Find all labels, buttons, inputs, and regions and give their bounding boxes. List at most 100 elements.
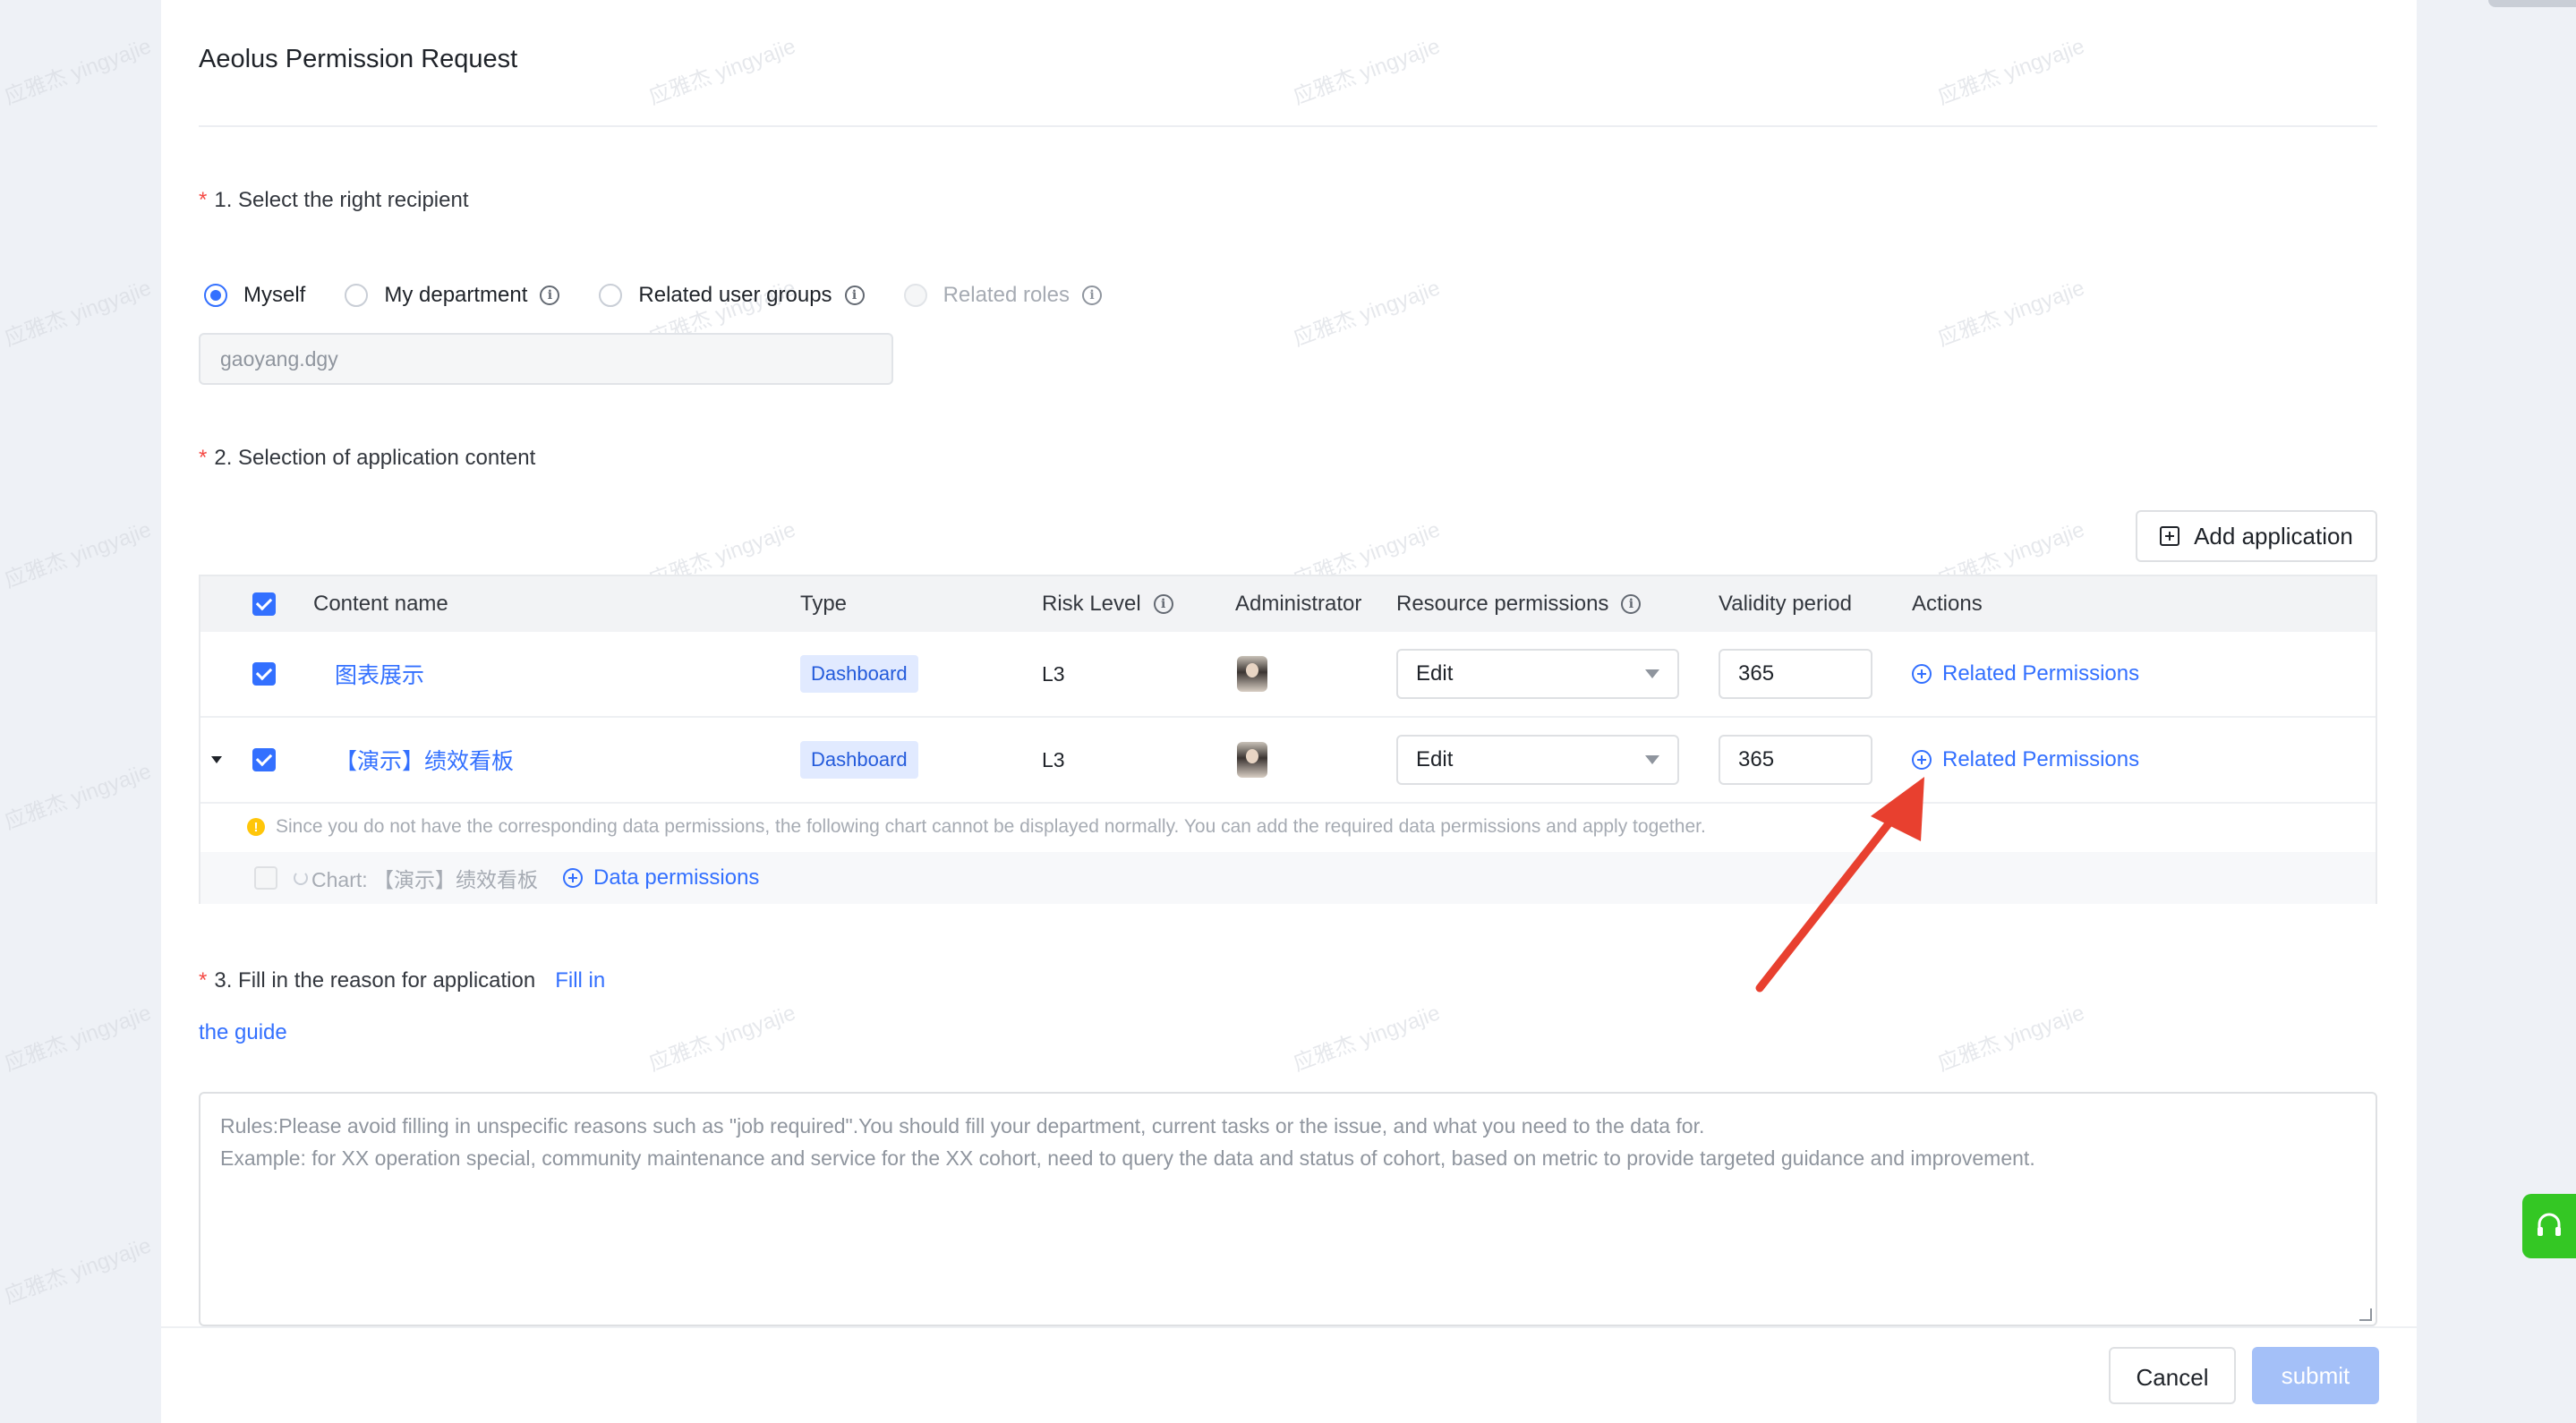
watermark: 应雅杰 yingyajie — [1, 276, 155, 352]
warning-icon: ! — [247, 818, 265, 836]
radio-button[interactable] — [204, 284, 227, 307]
info-icon[interactable]: i — [1621, 594, 1642, 614]
info-icon[interactable]: i — [844, 285, 865, 305]
add-circle-icon — [1912, 750, 1932, 770]
permission-select[interactable]: Edit — [1396, 735, 1679, 785]
header-actions: Actions — [1912, 592, 1983, 616]
chart-name-label: Chart: 【演示】绩效看板 — [311, 868, 539, 891]
table-row: 图表展示 Dashboard L3 Edit 365 Related Permi… — [200, 632, 2376, 718]
add-circle-icon — [1912, 664, 1932, 684]
required-mark: * — [199, 446, 208, 470]
content-name[interactable]: 图表展示 — [335, 658, 424, 690]
add-application-button[interactable]: Add application — [2136, 510, 2377, 562]
content-name[interactable]: 【演示】绩效看板 — [335, 744, 514, 776]
table-header: Content name Type Risk Level i Administra… — [200, 576, 2376, 632]
watermark: 应雅杰 yingyajie — [645, 1001, 799, 1077]
data-permissions-link[interactable]: Data permissions — [563, 865, 759, 890]
data-permissions-label: Data permissions — [593, 865, 760, 890]
radio-button[interactable] — [599, 284, 623, 307]
expand-toggle[interactable] — [211, 718, 222, 802]
section-recipient-label: * 1. Select the right recipient — [199, 188, 469, 213]
header-risk-level-label: Risk Level — [1042, 592, 1141, 616]
watermark: 应雅杰 yingyajie — [1290, 1001, 1444, 1077]
placeholder-example: Example: for XX operation special, commu… — [220, 1146, 2035, 1170]
row-checkbox[interactable] — [252, 718, 276, 802]
avatar[interactable] — [1237, 656, 1267, 692]
radio-label: Myself — [243, 283, 306, 307]
caret-down-icon[interactable] — [211, 756, 222, 763]
footer-bar — [161, 1326, 2417, 1423]
radio-my-department[interactable]: My department i — [345, 283, 560, 308]
chart-subrow: Chart: 【演示】绩效看板 Data permissions — [200, 852, 2376, 904]
watermark: 应雅杰 yingyajie — [1, 759, 155, 835]
section-content-label: * 2. Selection of application content — [199, 446, 535, 471]
type-cell: Dashboard — [800, 632, 918, 716]
select-all-checkbox[interactable] — [252, 576, 276, 632]
warning-text: Since you do not have the corresponding … — [276, 816, 1706, 837]
application-content-table: Content name Type Risk Level i Administra… — [199, 575, 2377, 904]
content-name-link[interactable]: 图表展示 — [335, 632, 424, 716]
permission-cell: Edit — [1396, 718, 1679, 802]
section-recipient-title: 1. Select the right recipient — [214, 188, 469, 212]
title-divider — [199, 125, 2377, 127]
permission-value: Edit — [1416, 661, 1454, 686]
checkbox[interactable] — [252, 592, 276, 616]
row-checkbox[interactable] — [252, 632, 276, 716]
related-permissions-link[interactable]: Related Permissions — [1912, 661, 2139, 686]
info-icon[interactable]: i — [540, 285, 560, 305]
add-application-label: Add application — [2194, 522, 2353, 550]
radio-label: My department — [384, 283, 528, 307]
watermark: 应雅杰 yingyajie — [1934, 34, 2088, 110]
info-icon[interactable]: i — [1081, 285, 1102, 305]
header-risk-level: Risk Level i — [1042, 576, 1173, 632]
section-content-title: 2. Selection of application content — [214, 446, 536, 470]
watermark: 应雅杰 yingyajie — [1, 517, 155, 593]
actions-cell: Related Permissions — [1912, 632, 2139, 716]
radio-label: Related roles — [943, 283, 1070, 307]
watermark: 应雅杰 yingyajie — [1934, 276, 2088, 352]
fill-guide-link-continued[interactable]: the guide — [199, 1020, 287, 1045]
type-tag: Dashboard — [800, 655, 918, 693]
fill-guide-link[interactable]: Fill in — [555, 968, 605, 993]
customer-service-button[interactable] — [2522, 1194, 2576, 1258]
content-name-link[interactable]: 【演示】绩效看板 — [335, 718, 514, 802]
header-validity-period: Validity period — [1719, 592, 1852, 616]
permission-cell: Edit — [1396, 632, 1679, 716]
permission-select[interactable]: Edit — [1396, 649, 1679, 699]
actions-cell: Related Permissions — [1912, 718, 2139, 802]
header-resource-permissions-label: Resource permissions — [1396, 592, 1609, 616]
watermark: 应雅杰 yingyajie — [1934, 1001, 2088, 1077]
info-icon[interactable]: i — [1153, 594, 1173, 614]
page-title: Aeolus Permission Request — [199, 45, 518, 73]
watermark: 应雅杰 yingyajie — [645, 34, 799, 110]
reason-textarea[interactable]: Rules:Please avoid filling in unspecific… — [199, 1092, 2377, 1326]
submit-button[interactable]: submit — [2252, 1347, 2379, 1404]
resize-handle[interactable] — [2359, 1308, 2372, 1321]
radio-related-roles: Related roles i — [903, 283, 1102, 308]
window-edge — [2488, 0, 2576, 7]
checkbox[interactable] — [252, 662, 276, 686]
related-permissions-link[interactable]: Related Permissions — [1912, 747, 2139, 772]
section-reason-title: 3. Fill in the reason for application — [214, 968, 536, 993]
radio-myself[interactable]: Myself — [204, 283, 305, 308]
watermark: 应雅杰 yingyajie — [1290, 34, 1444, 110]
validity-input[interactable]: 365 — [1719, 649, 1872, 699]
administrator-cell — [1237, 718, 1267, 802]
header-administrator: Administrator — [1235, 592, 1362, 616]
add-box-icon — [2160, 526, 2180, 546]
loading-icon — [294, 871, 308, 885]
watermark: 应雅杰 yingyajie — [1290, 276, 1444, 352]
validity-cell: 365 — [1719, 632, 1872, 716]
table-row: 【演示】绩效看板 Dashboard L3 Edit 365 Related P… — [200, 718, 2376, 804]
recipient-user-field: gaoyang.dgy — [199, 333, 893, 385]
radio-button[interactable] — [345, 284, 369, 307]
radio-related-user-groups[interactable]: Related user groups i — [599, 283, 865, 308]
annotation-arrow — [1755, 777, 1924, 993]
risk-cell: L3 — [1042, 632, 1065, 716]
type-cell: Dashboard — [800, 718, 918, 802]
headset-icon — [2538, 1213, 2561, 1236]
radio-button — [903, 284, 927, 307]
avatar[interactable] — [1237, 742, 1267, 778]
checkbox[interactable] — [252, 748, 276, 771]
cancel-button[interactable]: Cancel — [2109, 1347, 2236, 1404]
